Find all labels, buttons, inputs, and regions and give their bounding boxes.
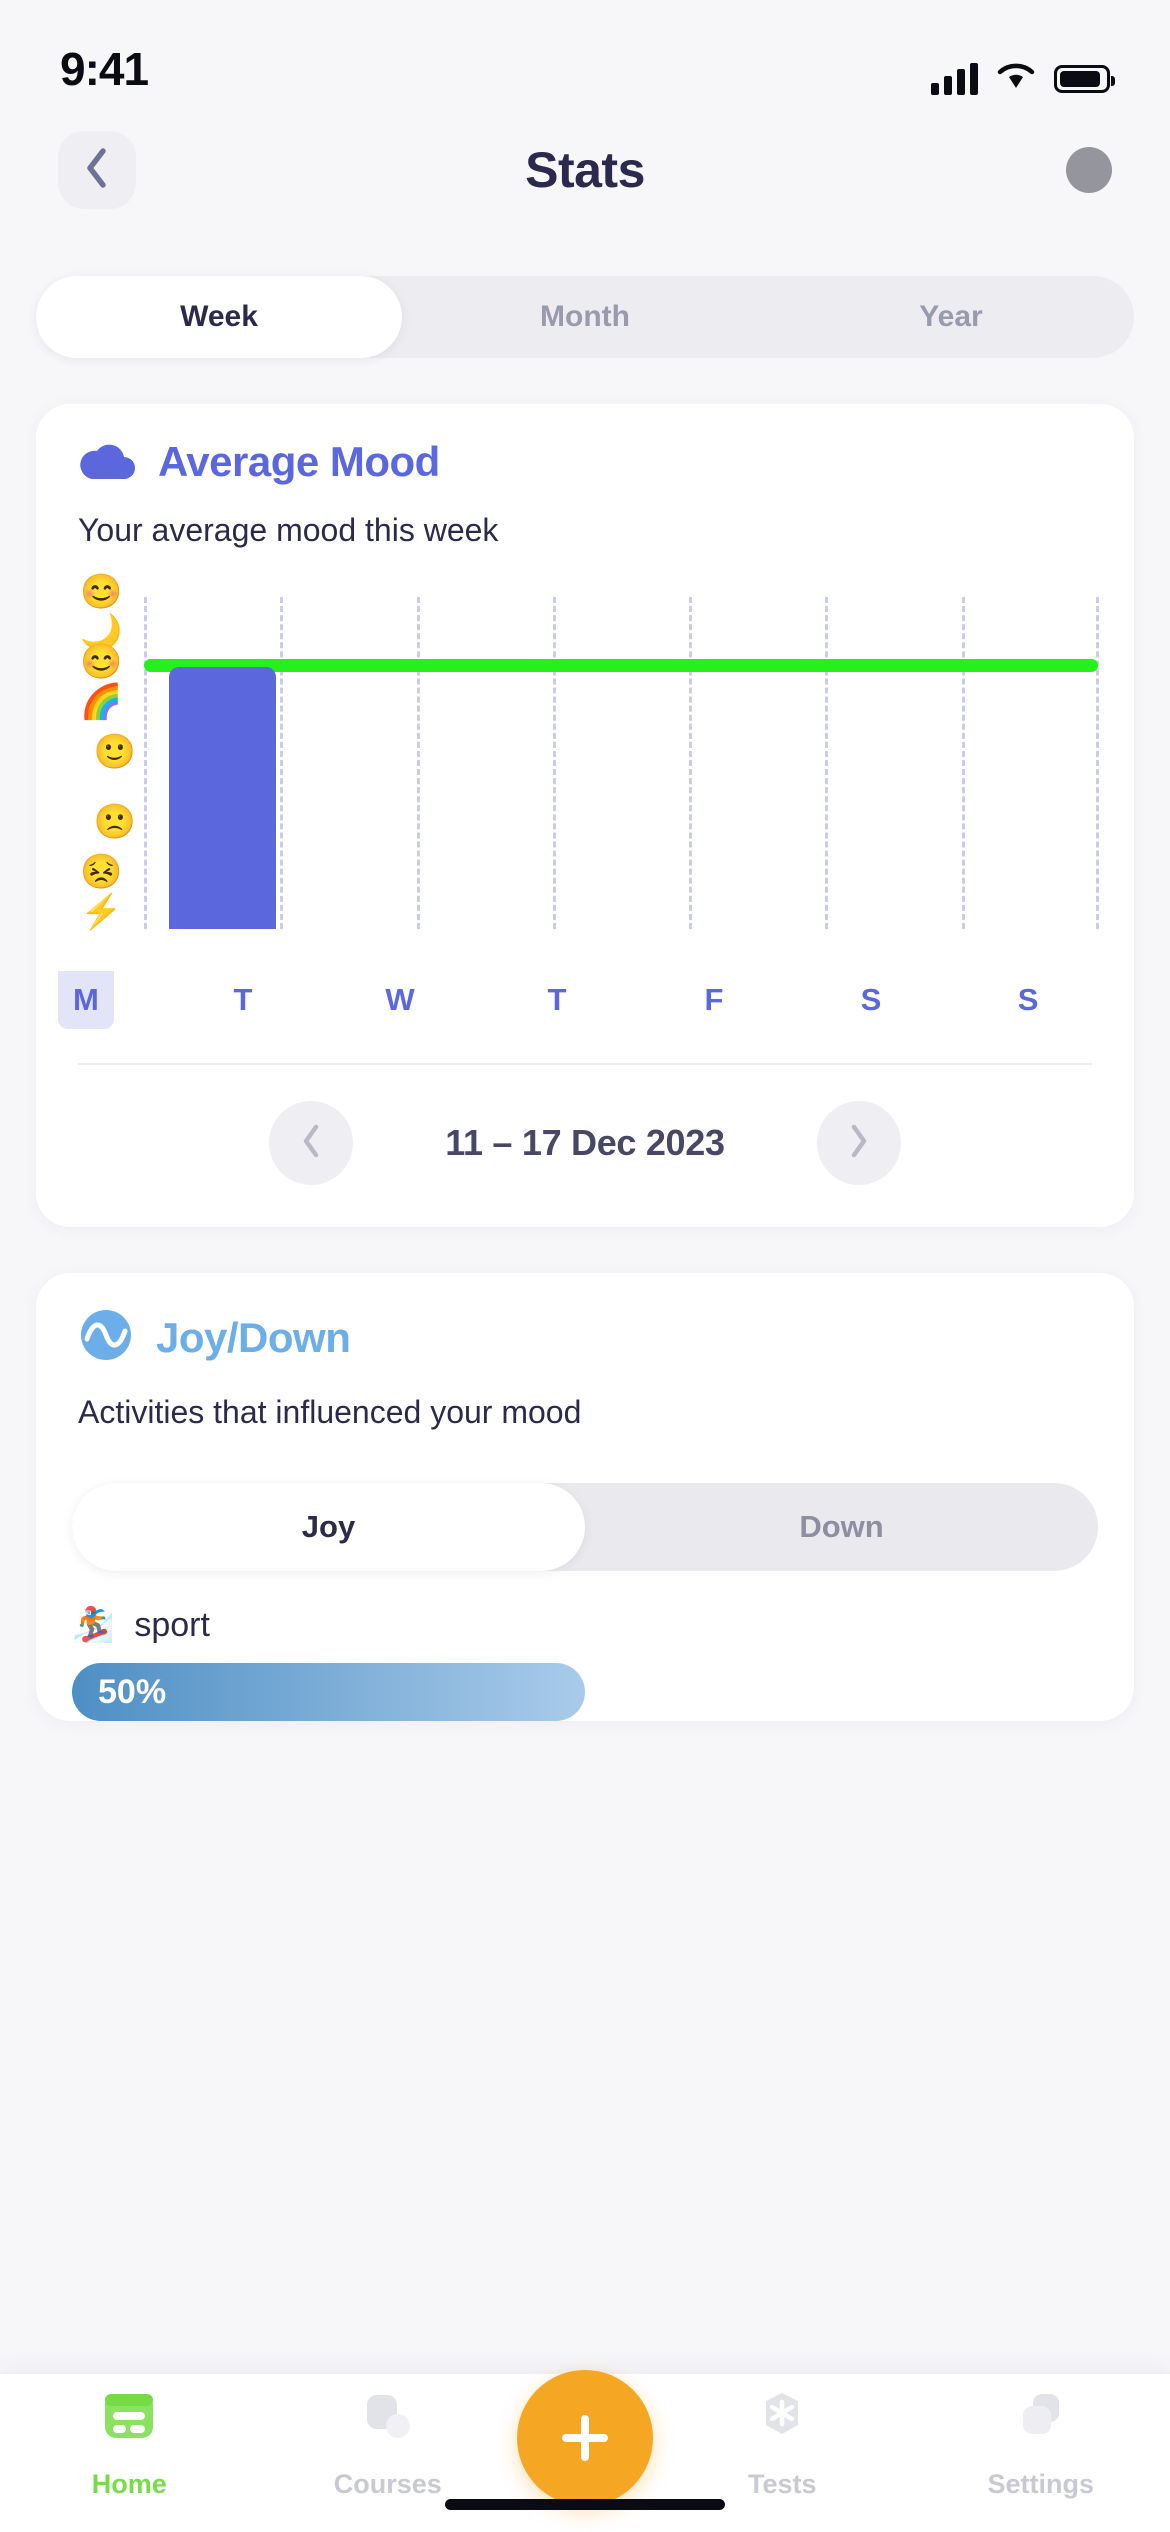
chevron-left-icon: [300, 1124, 322, 1163]
activity-progress-bar: 50%: [72, 1663, 585, 1721]
gridline: [144, 597, 147, 929]
y-tick-happy-rainbow-face: 😊🌈: [80, 643, 123, 721]
wave-circle-icon: [78, 1307, 134, 1368]
date-range-label: 11 – 17 Dec 2023: [445, 1122, 725, 1163]
joy-down-subtitle: Activities that influenced your mood: [78, 1394, 582, 1430]
tab-settings-label: Settings: [987, 2469, 1094, 2499]
add-button[interactable]: [517, 2370, 653, 2506]
tests-icon: [749, 2388, 815, 2455]
page-header: Stats: [0, 110, 1170, 230]
x-tick-thursday[interactable]: T: [529, 971, 585, 1029]
tab-courses-label: Courses: [333, 2469, 442, 2499]
joy-down-card-header: Joy/Down: [36, 1307, 1134, 1368]
x-tick-monday[interactable]: M: [57, 971, 114, 1029]
joy-down-title: Joy/Down: [156, 1313, 351, 1361]
average-mood-card-header: Average Mood: [36, 438, 1134, 486]
status-bar-indicators: [931, 61, 1115, 96]
home-icon: [96, 2388, 162, 2455]
tab-week[interactable]: Week: [36, 276, 402, 358]
activity-percent: 50%: [98, 1672, 167, 1711]
avatar[interactable]: [1066, 147, 1112, 193]
home-indicator: [445, 2499, 725, 2510]
tab-settings[interactable]: Settings: [912, 2388, 1170, 2518]
cloud-icon: [78, 439, 136, 486]
cellular-signal-icon: [931, 62, 978, 95]
back-button[interactable]: [58, 131, 136, 209]
period-segment-control: Week Month Year: [36, 276, 1134, 358]
tab-home-label: Home: [91, 2469, 167, 2499]
x-tick-sunday[interactable]: S: [1000, 971, 1056, 1029]
previous-week-button[interactable]: [269, 1101, 354, 1185]
toggle-joy[interactable]: Joy: [72, 1483, 585, 1571]
average-mood-line: [144, 659, 1098, 672]
tab-month[interactable]: Month: [402, 276, 768, 358]
gridline: [416, 597, 420, 929]
chevron-left-icon: [82, 146, 112, 195]
status-bar-time: 9:41: [60, 43, 149, 95]
chart-y-axis: 😊🌙 😊🌈 🙂 🙁 😣⚡: [80, 573, 150, 931]
gridline: [552, 597, 556, 929]
x-tick-friday[interactable]: F: [686, 971, 742, 1029]
gridline: [825, 597, 829, 929]
x-tick-wednesday[interactable]: W: [372, 971, 428, 1029]
status-bar: 9:41: [0, 0, 1170, 110]
plus-icon: [554, 2407, 616, 2469]
page-title: Stats: [525, 142, 645, 198]
activity-name: sport: [134, 1605, 210, 1644]
y-tick-neutral-face: 🙂: [93, 733, 137, 771]
average-mood-title: Average Mood: [158, 438, 440, 485]
date-navigation: 11 – 17 Dec 2023: [36, 1065, 1134, 1227]
y-tick-angry-lightning-face: 😣⚡: [80, 853, 123, 931]
gridline: [961, 597, 965, 929]
next-week-button[interactable]: [816, 1101, 901, 1185]
tab-year[interactable]: Year: [768, 276, 1134, 358]
activity-label: 🏂 sport: [72, 1605, 1098, 1645]
gridline: [1096, 597, 1100, 929]
joy-down-toggle: Joy Down: [72, 1483, 1098, 1571]
wifi-icon: [996, 61, 1036, 96]
x-tick-tuesday[interactable]: T: [215, 971, 271, 1029]
courses-icon: [355, 2388, 421, 2455]
mood-bar-chart: 😊🌙 😊🌈 🙂 🙁 😣⚡: [36, 573, 1134, 977]
gridline: [689, 597, 693, 929]
tab-tests-label: Tests: [747, 2469, 817, 2499]
bar-monday[interactable]: [168, 667, 276, 929]
average-mood-card: Average Mood Your average mood this week…: [36, 404, 1134, 1227]
y-tick-sad-face: 🙁: [93, 803, 137, 841]
battery-icon: [1054, 64, 1115, 93]
y-tick-happy-moon-face: 😊🌙: [80, 573, 123, 651]
average-mood-subtitle: Your average mood this week: [78, 512, 499, 548]
tab-home[interactable]: Home: [0, 2388, 259, 2518]
gridline: [280, 597, 284, 929]
activity-row-sport: 🏂 sport 50%: [36, 1571, 1134, 1721]
running-person-icon: 🏂: [72, 1606, 115, 1644]
toggle-down[interactable]: Down: [585, 1483, 1098, 1571]
x-tick-saturday[interactable]: S: [843, 971, 899, 1029]
chart-x-axis: M T W T F S S: [36, 971, 1134, 1029]
chevron-right-icon: [848, 1124, 870, 1163]
settings-icon: [1008, 2388, 1074, 2455]
chart-plot-area: [144, 597, 1100, 929]
joy-down-card: Joy/Down Activities that influenced your…: [36, 1273, 1134, 1721]
